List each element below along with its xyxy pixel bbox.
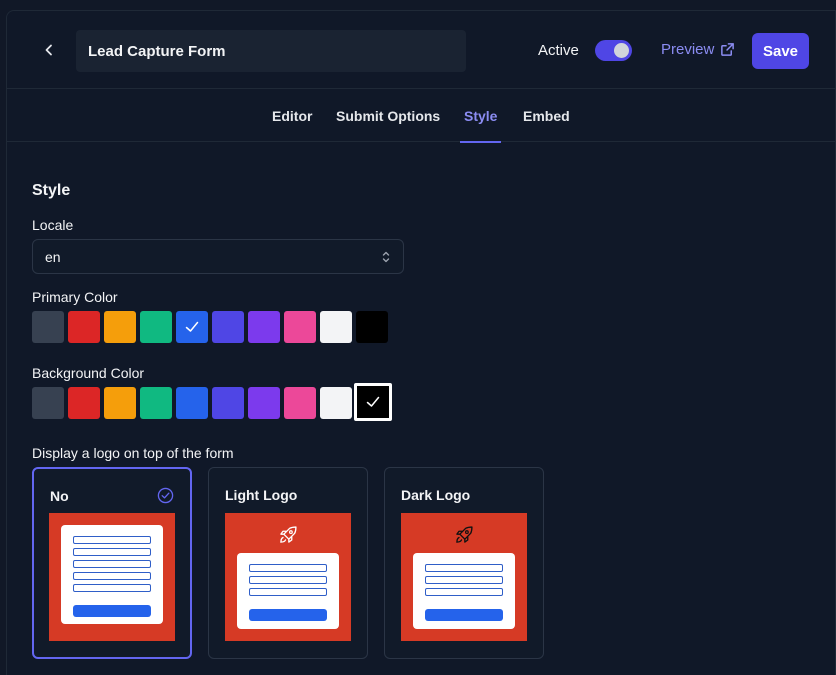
- form-preview-thumbnail: [49, 513, 175, 641]
- checkmark-icon: [366, 396, 380, 407]
- mini-form: [61, 525, 163, 624]
- mini-submit-button: [73, 605, 151, 617]
- chevron-left-icon: [45, 44, 52, 56]
- color-swatch[interactable]: [176, 311, 208, 343]
- color-swatch[interactable]: [248, 311, 280, 343]
- logo-option-title: No: [50, 488, 69, 504]
- color-swatch[interactable]: [140, 387, 172, 419]
- tab-bar: Editor Submit Options Style Embed: [7, 89, 835, 143]
- checkmark-icon: [185, 321, 199, 332]
- color-swatch[interactable]: [104, 311, 136, 343]
- color-swatch[interactable]: [68, 387, 100, 419]
- mini-input: [249, 576, 327, 584]
- logo-option-dark[interactable]: Dark Logo: [384, 467, 544, 659]
- mini-form: [413, 553, 515, 629]
- editor-header: Lead Capture Form Active Preview Save: [7, 11, 835, 89]
- background-color-label: Background Color: [32, 365, 145, 381]
- mini-form: [237, 553, 339, 629]
- external-link-icon: [721, 43, 735, 56]
- mini-input: [73, 548, 151, 556]
- tab-submit-options[interactable]: Submit Options: [336, 89, 440, 142]
- color-swatch[interactable]: [140, 311, 172, 343]
- color-swatch[interactable]: [354, 383, 392, 421]
- color-swatch[interactable]: [284, 387, 316, 419]
- tab-embed[interactable]: Embed: [523, 89, 570, 142]
- rocket-icon: [456, 526, 473, 543]
- tab-editor[interactable]: Editor: [272, 89, 312, 142]
- form-title-input[interactable]: Lead Capture Form: [76, 30, 466, 72]
- mini-input: [249, 588, 327, 596]
- mini-submit-button: [249, 609, 327, 621]
- logo-option-title: Dark Logo: [401, 487, 471, 503]
- check-circle-icon: [157, 487, 174, 504]
- locale-label: Locale: [32, 217, 74, 233]
- tab-style[interactable]: Style: [459, 89, 503, 143]
- active-label: Active: [538, 42, 579, 59]
- mini-input: [73, 536, 151, 544]
- color-swatch[interactable]: [32, 311, 64, 343]
- logo-option-title: Light Logo: [225, 487, 298, 503]
- mini-input: [425, 576, 503, 584]
- back-button[interactable]: [37, 38, 61, 62]
- mini-input: [425, 588, 503, 596]
- mini-input: [73, 584, 151, 592]
- logo-option-light[interactable]: Light Logo: [208, 467, 368, 659]
- primary-color-label: Primary Color: [32, 289, 118, 305]
- color-swatch[interactable]: [104, 387, 136, 419]
- color-swatch[interactable]: [68, 311, 100, 343]
- color-swatch[interactable]: [320, 387, 352, 419]
- color-swatch[interactable]: [32, 387, 64, 419]
- color-swatch[interactable]: [356, 311, 388, 343]
- color-swatch[interactable]: [284, 311, 316, 343]
- mini-input: [73, 560, 151, 568]
- color-swatch[interactable]: [212, 311, 244, 343]
- active-toggle[interactable]: [595, 40, 632, 61]
- preview-label: Preview: [661, 41, 715, 58]
- color-swatch[interactable]: [320, 311, 352, 343]
- form-preview-thumbnail: [401, 513, 527, 641]
- preview-link[interactable]: Preview: [661, 41, 735, 58]
- form-editor-panel: Lead Capture Form Active Preview Save Ed…: [6, 10, 836, 675]
- chevron-updown-icon: [382, 251, 390, 262]
- color-swatch[interactable]: [212, 387, 244, 419]
- locale-select[interactable]: en: [32, 239, 404, 274]
- mini-input: [249, 564, 327, 572]
- locale-value: en: [45, 248, 61, 265]
- color-swatch[interactable]: [176, 387, 208, 419]
- color-swatch[interactable]: [248, 387, 280, 419]
- form-title-text: Lead Capture Form: [88, 42, 226, 60]
- mini-submit-button: [425, 609, 503, 621]
- logo-option-label: Display a logo on top of the form: [32, 445, 234, 461]
- mini-input: [425, 564, 503, 572]
- save-button[interactable]: Save: [752, 33, 809, 69]
- logo-option-no[interactable]: No: [32, 467, 192, 659]
- rocket-icon: [280, 526, 297, 543]
- mini-input: [73, 572, 151, 580]
- section-title: Style: [32, 182, 71, 199]
- toggle-knob: [614, 43, 629, 58]
- form-preview-thumbnail: [225, 513, 351, 641]
